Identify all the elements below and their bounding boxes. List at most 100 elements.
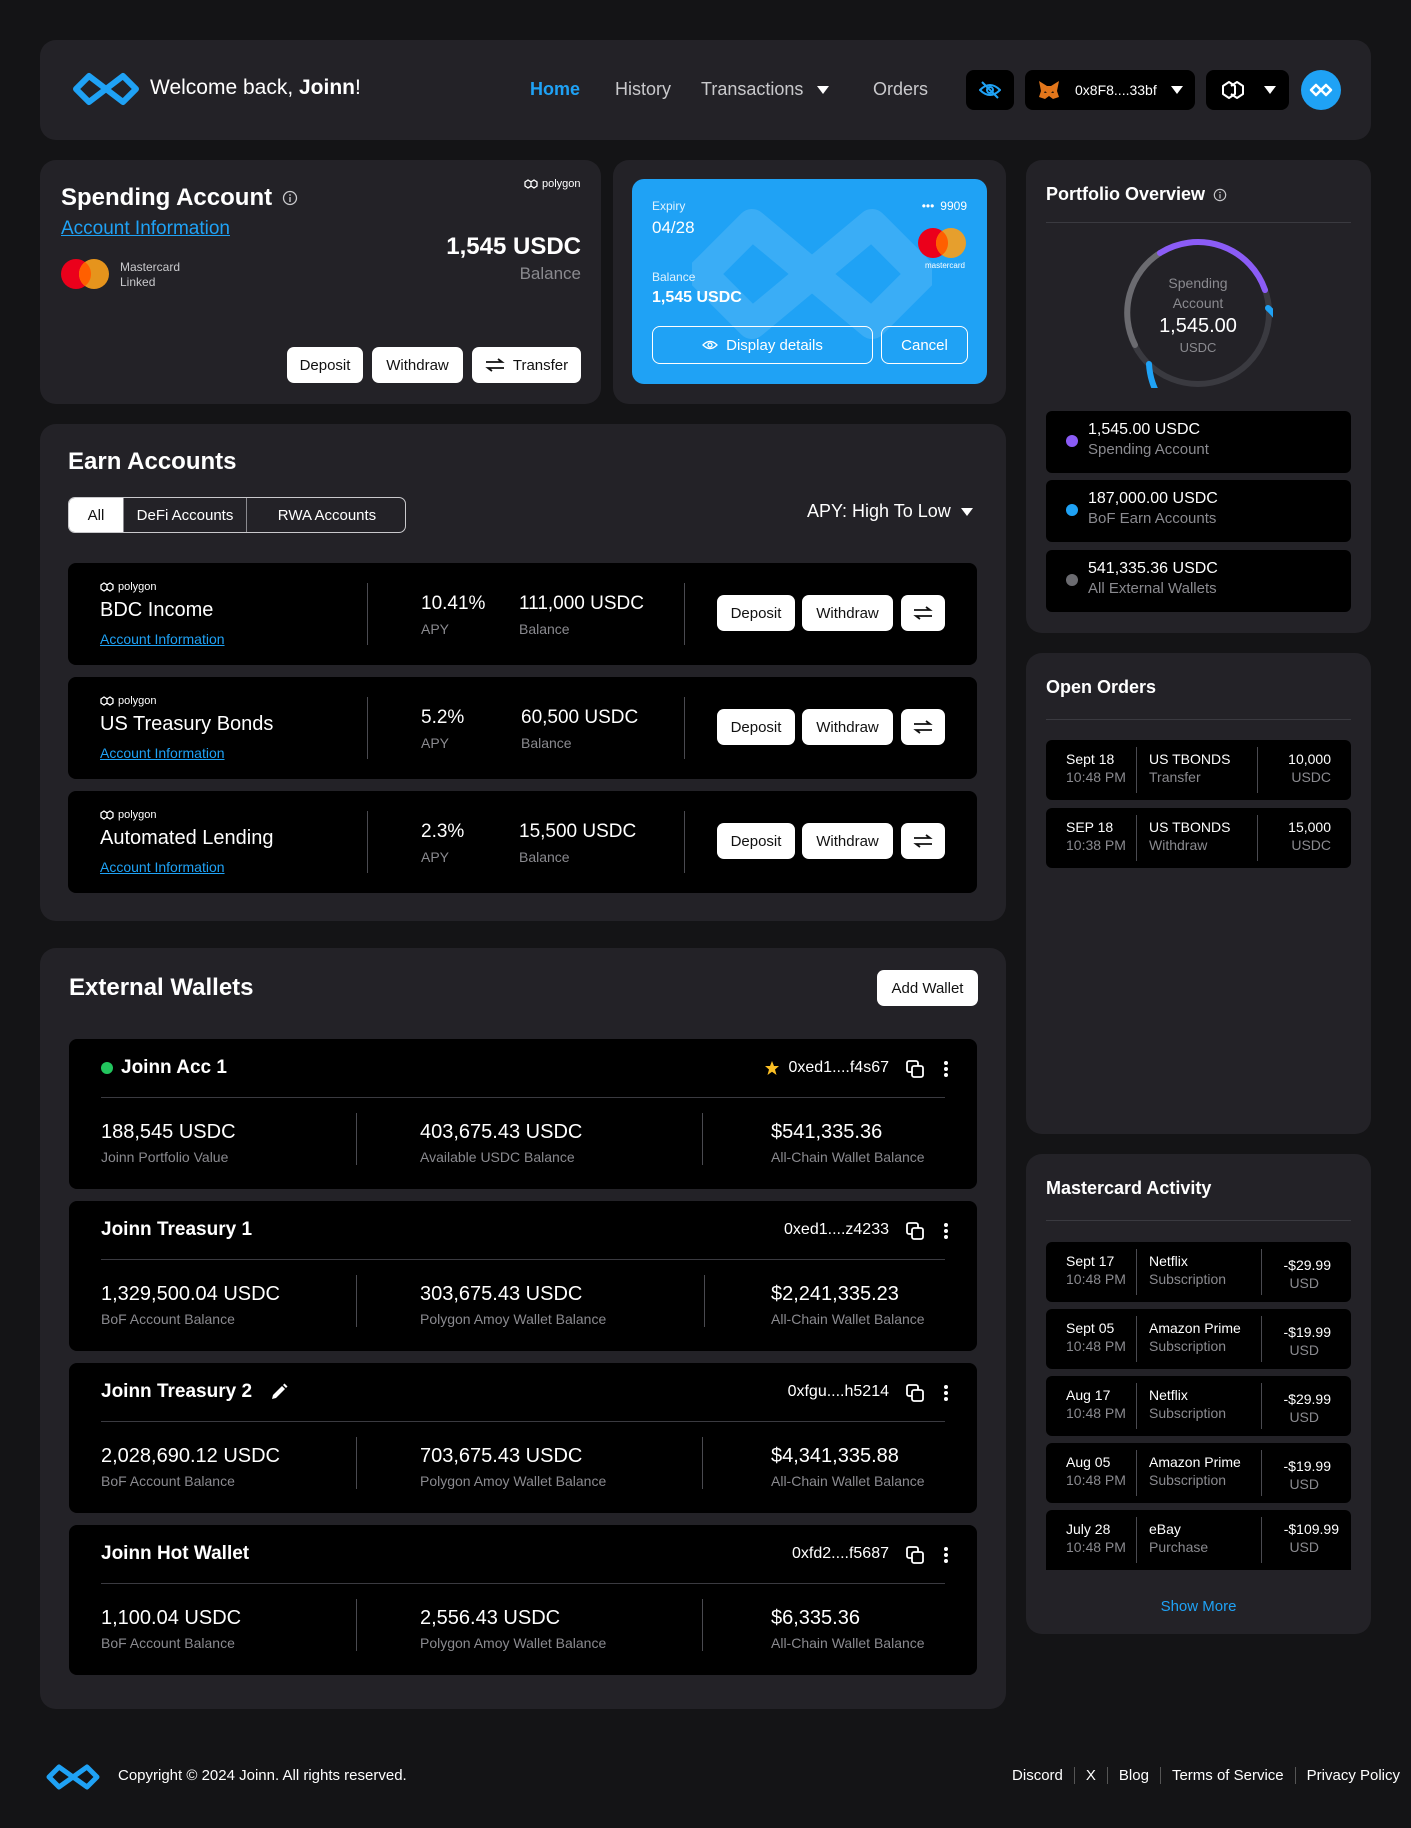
donut-center-value: 1,545.00 <box>1159 315 1237 337</box>
more-vertical-icon[interactable] <box>943 1383 949 1403</box>
profile-avatar[interactable] <box>1301 70 1341 110</box>
order-date: SEP 18 <box>1066 819 1114 835</box>
activity-time: 10:48 PM <box>1066 1338 1126 1354</box>
order-row[interactable]: Sept 18 10:48 PM US TBONDS Transfer 10,000… <box>1046 740 1351 800</box>
activity-amount-unit: USD <box>1289 1539 1319 1555</box>
divider <box>101 1259 945 1260</box>
show-more-link[interactable]: Show More <box>1026 1598 1371 1615</box>
footer-link-privacy[interactable]: Privacy Policy <box>1294 1767 1411 1784</box>
info-icon[interactable] <box>1213 188 1227 202</box>
apy-sort-dropdown[interactable]: APY: High To Low <box>807 501 973 522</box>
add-wallet-button[interactable]: Add Wallet <box>877 970 978 1006</box>
activity-merchant: Amazon Prime Subscription <box>1149 1319 1241 1355</box>
deposit-button[interactable]: Deposit <box>717 595 795 631</box>
wallet-value-2: 403,675.43 USDC <box>420 1121 583 1143</box>
activity-amount-unit: USD <box>1289 1342 1319 1358</box>
activity-amount-value: -$29.99 <box>1283 1257 1331 1273</box>
balance-label: Balance <box>521 735 572 751</box>
withdraw-button[interactable]: Withdraw <box>802 823 893 859</box>
transfer-button[interactable] <box>901 823 945 859</box>
footer-link-terms[interactable]: Terms of Service <box>1159 1767 1295 1784</box>
eye-off-icon <box>979 81 1001 99</box>
withdraw-button[interactable]: Withdraw <box>802 595 893 631</box>
hide-balance-button[interactable] <box>966 70 1014 110</box>
virtual-card-panel: Expiry 04/28 ••• 9909 mastercard Balance … <box>613 160 1006 404</box>
more-vertical-icon[interactable] <box>943 1221 949 1241</box>
activity-kind: Purchase <box>1149 1539 1209 1555</box>
expiry-label: Expiry <box>652 199 686 213</box>
transfer-button[interactable] <box>901 595 945 631</box>
legend-earn: 187,000.00 USDC BoF Earn Accounts <box>1046 480 1351 542</box>
apy-value: 2.3% <box>421 821 465 842</box>
joinn-logo-icon[interactable] <box>72 68 140 110</box>
activity-row[interactable]: Aug 17 10:48 PM Netflix Subscription -$29.… <box>1046 1376 1351 1436</box>
activity-amount: -$19.99 USD <box>1284 1323 1331 1359</box>
deposit-button[interactable]: Deposit <box>717 709 795 745</box>
account-information-link[interactable]: Account Information <box>100 631 225 647</box>
earn-account-name: BDC Income <box>100 599 214 621</box>
withdraw-button[interactable]: Withdraw <box>802 709 893 745</box>
nav-history[interactable]: History <box>615 79 671 100</box>
nav-orders[interactable]: Orders <box>873 79 928 100</box>
more-vertical-icon[interactable] <box>943 1059 949 1079</box>
transfer-button[interactable]: Transfer <box>472 347 581 383</box>
edit-pencil-icon[interactable] <box>270 1383 288 1401</box>
wallet-name: Joinn Treasury 2 <box>101 1381 288 1403</box>
cancel-button[interactable]: Cancel <box>881 326 968 364</box>
footer-link-discord[interactable]: Discord <box>1001 1767 1074 1784</box>
divider <box>684 697 685 759</box>
open-orders-panel: Open Orders <box>1026 653 1371 1134</box>
polygon-badge: polygon <box>100 695 157 707</box>
activity-row[interactable]: Sept 17 10:48 PM Netflix Subscription -$29… <box>1046 1242 1351 1302</box>
activity-row[interactable]: Sept 05 10:48 PM Amazon Prime Subscription… <box>1046 1309 1351 1369</box>
spending-title-text: Spending Account <box>61 184 273 211</box>
tab-rwa-accounts[interactable]: RWA Accounts <box>247 498 405 532</box>
nav-transactions[interactable]: Transactions <box>701 79 830 100</box>
star-icon[interactable] <box>764 1060 780 1076</box>
account-information-link[interactable]: Account Information <box>100 745 225 761</box>
network-selector[interactable] <box>1206 70 1289 110</box>
copy-icon[interactable] <box>905 1059 925 1079</box>
activity-merchant: Amazon Prime Subscription <box>1149 1453 1241 1489</box>
copy-icon[interactable] <box>905 1383 925 1403</box>
deposit-button[interactable]: Deposit <box>717 823 795 859</box>
divider <box>1257 747 1258 793</box>
joinn-footer-logo-icon[interactable] <box>46 1762 100 1792</box>
account-information-link[interactable]: Account Information <box>61 218 230 240</box>
wallet-value-2: 2,556.43 USDC <box>420 1607 561 1629</box>
wallet-selector[interactable]: 0x8F8....33bf <box>1025 70 1195 110</box>
account-information-link[interactable]: Account Information <box>100 859 225 875</box>
tab-all[interactable]: All <box>69 498 124 532</box>
wallet-label-2: Polygon Amoy Wallet Balance <box>420 1635 607 1651</box>
activity-row[interactable]: July 28 10:48 PM eBay Purchase -$109.99 USD <box>1046 1510 1351 1570</box>
activity-amount-value: -$29.99 <box>1283 1391 1331 1407</box>
transfer-button[interactable] <box>901 709 945 745</box>
wallet-label-1: BoF Account Balance <box>101 1635 235 1651</box>
more-vertical-icon[interactable] <box>943 1545 949 1565</box>
copy-icon[interactable] <box>905 1221 925 1241</box>
divider <box>1261 1517 1262 1563</box>
chevron-down-icon <box>960 507 973 516</box>
divider <box>1136 747 1137 793</box>
order-amount: 10,000 USDC <box>1288 750 1331 786</box>
footer-link-blog[interactable]: Blog <box>1106 1767 1160 1784</box>
order-row[interactable]: SEP 18 10:38 PM US TBONDS Withdraw 15,000 U… <box>1046 808 1351 868</box>
withdraw-button[interactable]: Withdraw <box>372 347 463 383</box>
info-icon[interactable] <box>282 190 298 206</box>
earn-title: Earn Accounts <box>68 448 237 475</box>
polygon-icon <box>100 696 114 706</box>
display-details-button[interactable]: Display details <box>652 326 873 364</box>
activity-kind: Subscription <box>1149 1338 1227 1354</box>
divider <box>704 1275 705 1327</box>
footer-link-x[interactable]: X <box>1073 1767 1107 1784</box>
apy-value: 10.41% <box>421 593 486 614</box>
copy-icon[interactable] <box>905 1545 925 1565</box>
activity-time: 10:48 PM <box>1066 1472 1126 1488</box>
activity-row[interactable]: Aug 05 10:48 PM Amazon Prime Subscription … <box>1046 1443 1351 1503</box>
tab-defi-accounts[interactable]: DeFi Accounts <box>124 498 247 532</box>
spending-title: Spending Account <box>61 184 298 212</box>
divider <box>356 1113 357 1165</box>
footer-links: Discord X Blog Terms of Service Privacy … <box>1001 1767 1411 1784</box>
nav-home[interactable]: Home <box>530 79 580 100</box>
deposit-button[interactable]: Deposit <box>287 347 363 383</box>
